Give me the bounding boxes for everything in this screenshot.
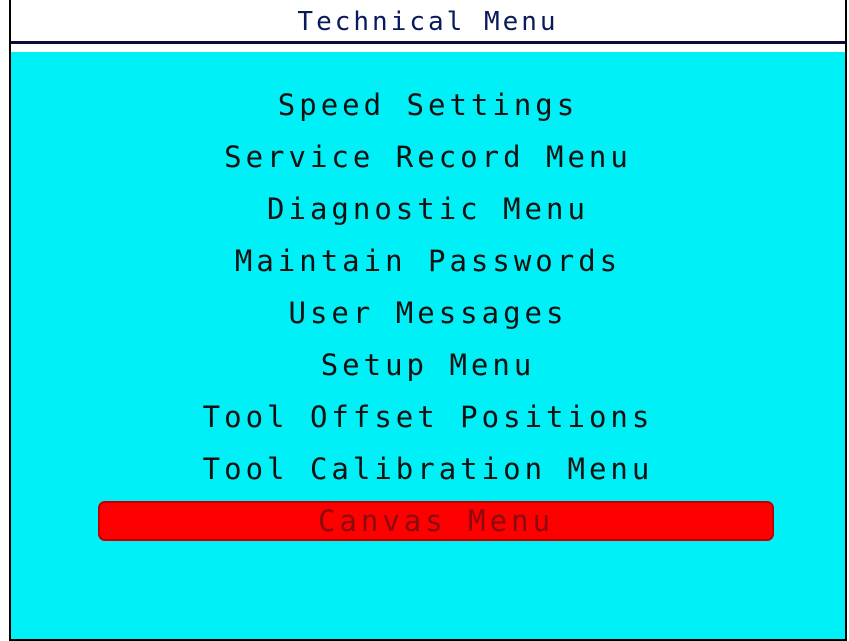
- menu-item-maintain-passwords[interactable]: Maintain Passwords: [11, 235, 845, 287]
- menu-item-speed-settings[interactable]: Speed Settings: [11, 79, 845, 131]
- menu-item-diagnostic-menu[interactable]: Diagnostic Menu: [11, 183, 845, 235]
- page-title: Technical Menu: [297, 6, 559, 37]
- technical-menu-screen: Technical Menu Speed Settings Service Re…: [9, 0, 847, 641]
- menu-item-setup-menu[interactable]: Setup Menu: [11, 339, 845, 391]
- menu-item-user-messages[interactable]: User Messages: [11, 287, 845, 339]
- menu-list: Speed Settings Service Record Menu Diagn…: [11, 79, 845, 541]
- title-bar: Technical Menu: [11, 0, 845, 44]
- menu-item-tool-calibration-menu[interactable]: Tool Calibration Menu: [11, 443, 845, 495]
- menu-item-service-record-menu[interactable]: Service Record Menu: [11, 131, 845, 183]
- menu-area: Speed Settings Service Record Menu Diagn…: [11, 52, 845, 639]
- menu-item-tool-offset-positions[interactable]: Tool Offset Positions: [11, 391, 845, 443]
- menu-item-canvas-menu-selected[interactable]: Canvas Menu: [98, 501, 774, 541]
